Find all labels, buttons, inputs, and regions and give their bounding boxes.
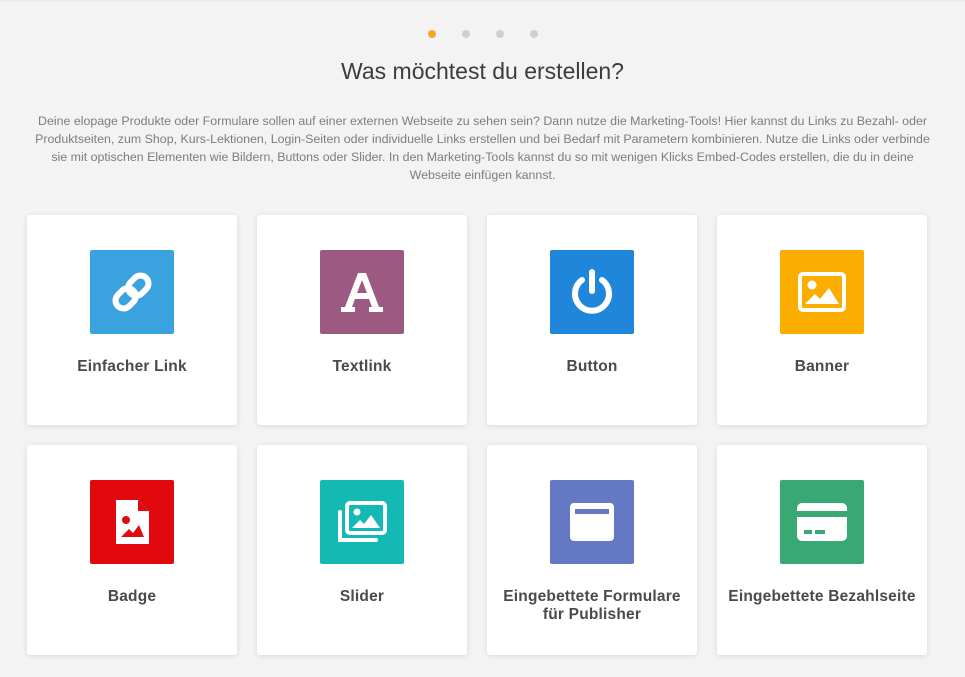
option-label: Slider <box>339 588 385 605</box>
image-file-icon <box>90 480 174 564</box>
option-card-embedded-forms[interactable]: Eingebettete Formulare für Publisher <box>487 445 697 655</box>
browser-window-icon <box>550 480 634 564</box>
option-label: Banner <box>794 358 850 375</box>
power-icon <box>550 250 634 334</box>
option-card-embedded-checkout[interactable]: Eingebettete Bezahlseite <box>717 445 927 655</box>
page-title: Was möchtest du erstellen? <box>341 58 624 84</box>
option-label: Eingebettete Bezahlseite <box>728 588 916 605</box>
letter-a-icon <box>320 250 404 334</box>
pagination-dot-3[interactable] <box>495 30 504 38</box>
option-label: Einfacher Link <box>77 358 187 375</box>
option-grid: Einfacher Link Textlink Button Banner Ba… <box>27 215 927 655</box>
option-label: Textlink <box>332 358 392 375</box>
option-label: Eingebettete Formulare für Publisher <box>503 588 681 623</box>
pagination-dots <box>0 30 965 38</box>
option-card-simple-link[interactable]: Einfacher Link <box>27 215 237 425</box>
marketing-tools-page: Was möchtest du erstellen? Deine elopage… <box>0 0 965 677</box>
pagination-dot-1[interactable] <box>427 30 436 38</box>
page-description: Deine elopage Produkte oder Formulare so… <box>35 114 930 182</box>
option-label: Badge <box>107 588 157 605</box>
pagination-dot-4[interactable] <box>529 30 538 38</box>
option-card-textlink[interactable]: Textlink <box>257 215 467 425</box>
link-icon <box>90 250 174 334</box>
images-icon <box>320 480 404 564</box>
option-label: Button <box>566 358 618 375</box>
option-card-banner[interactable]: Banner <box>717 215 927 425</box>
option-card-button[interactable]: Button <box>487 215 697 425</box>
top-divider <box>0 0 965 2</box>
option-card-badge[interactable]: Badge <box>27 445 237 655</box>
image-icon <box>780 250 864 334</box>
credit-card-icon <box>780 480 864 564</box>
pagination-dot-2[interactable] <box>461 30 470 38</box>
option-card-slider[interactable]: Slider <box>257 445 467 655</box>
